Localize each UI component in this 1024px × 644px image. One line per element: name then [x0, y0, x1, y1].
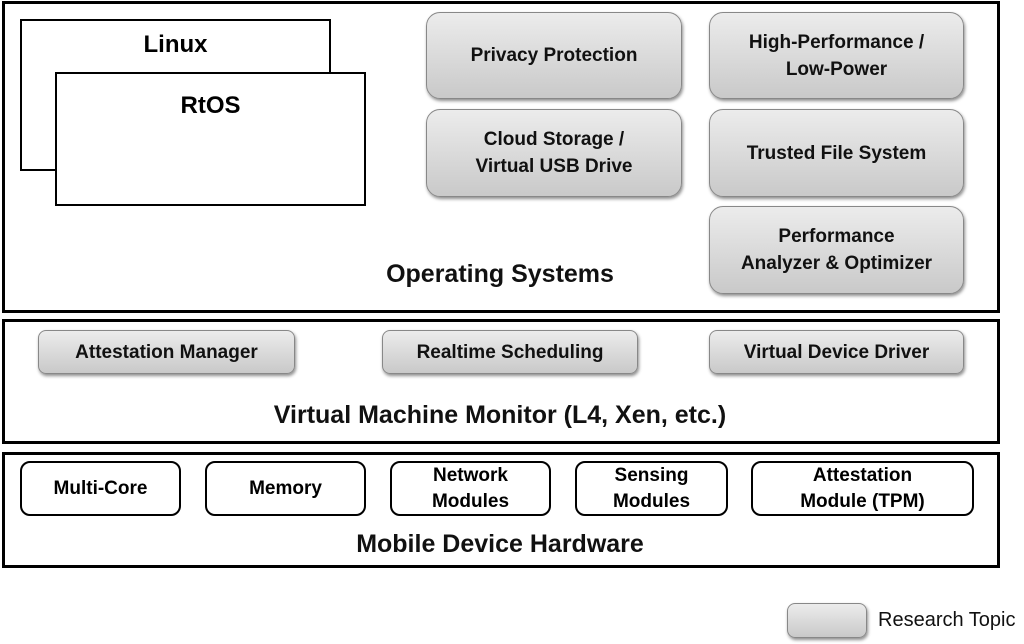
hw-layer-title: Mobile Device Hardware — [356, 530, 644, 558]
linux-label: Linux — [143, 31, 208, 58]
rtos-box: RtOS — [55, 72, 366, 206]
topic-virtual-device-driver: Virtual Device Driver — [709, 330, 964, 374]
topic-attestation-manager: Attestation Manager — [38, 330, 295, 374]
hw-attestation-module: Attestation Module (TPM) — [751, 461, 974, 516]
topic-high-performance: High-Performance / Low-Power — [709, 12, 964, 99]
topic-cloud-storage: Cloud Storage / Virtual USB Drive — [426, 109, 682, 197]
topic-realtime-scheduling: Realtime Scheduling — [382, 330, 638, 374]
topic-performance-analyzer: Performance Analyzer & Optimizer — [709, 206, 964, 294]
hw-network-modules: Network Modules — [390, 461, 551, 516]
topic-privacy-protection: Privacy Protection — [426, 12, 682, 99]
hw-sensing-modules: Sensing Modules — [575, 461, 728, 516]
hw-multi-core: Multi-Core — [20, 461, 181, 516]
rtos-label: RtOS — [180, 92, 241, 119]
hw-memory: Memory — [205, 461, 366, 516]
os-layer-title: Operating Systems — [386, 260, 614, 288]
topic-trusted-file-system: Trusted File System — [709, 109, 964, 197]
vmm-layer-title: Virtual Machine Monitor (L4, Xen, etc.) — [273, 401, 727, 429]
legend-label: Research Topic — [878, 609, 1016, 631]
legend-swatch — [787, 603, 867, 638]
